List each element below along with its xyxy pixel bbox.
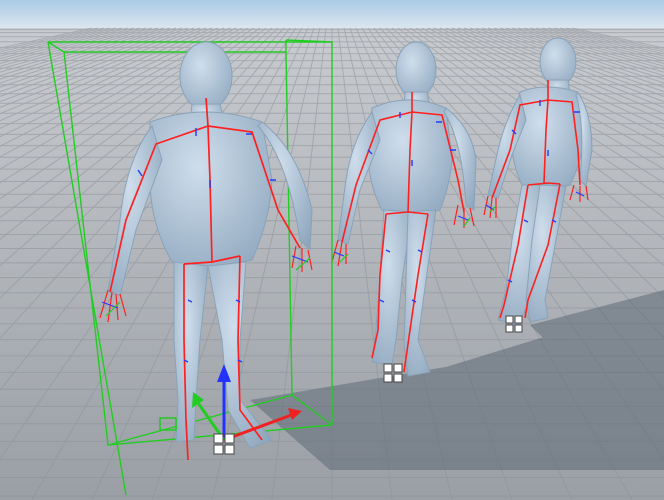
3d-viewport[interactable] [0,0,664,500]
sky [0,0,664,30]
